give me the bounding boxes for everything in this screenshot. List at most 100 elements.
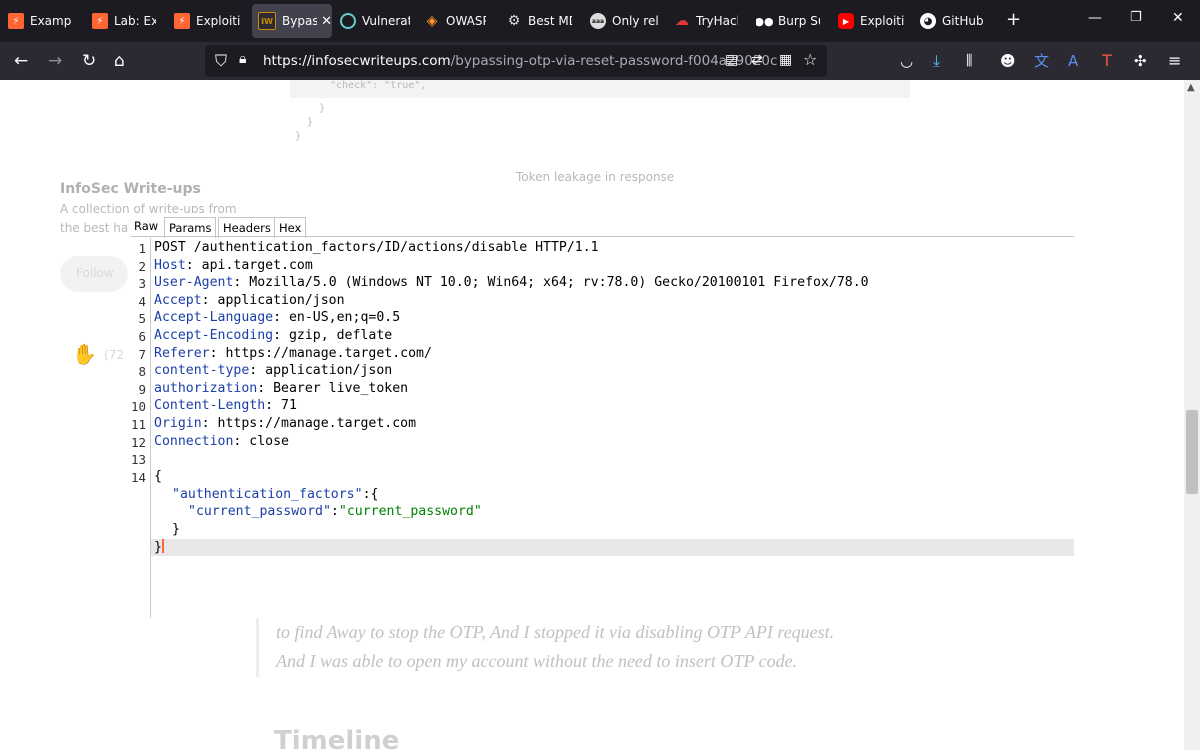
home-icon[interactable]: ⌂ bbox=[114, 50, 125, 72]
gear-logo-icon: ⚙ bbox=[507, 13, 521, 29]
clap-count: (72 bbox=[104, 348, 124, 362]
youtube-logo-icon: ▶ bbox=[838, 13, 854, 29]
tab-exploiting[interactable]: ⚡Exploitin bbox=[174, 4, 240, 38]
line-number: 2 bbox=[138, 258, 146, 274]
line-number: 14 bbox=[130, 469, 146, 485]
page-content: "check": "true", } }} Token leakage in r… bbox=[0, 80, 1200, 750]
new-tab-button[interactable]: + bbox=[1006, 9, 1021, 30]
aaa-logo-icon: aaa bbox=[590, 13, 606, 29]
body-inner-close: } bbox=[172, 521, 180, 537]
shield-icon[interactable]: ⛉ bbox=[215, 51, 227, 71]
header-line: Accept-Language: en-US,en;q=0.5 bbox=[154, 310, 401, 326]
medium-logo-icon: ●● bbox=[756, 14, 774, 28]
minimize-icon[interactable]: — bbox=[1088, 10, 1102, 26]
header-line: content-type: application/json bbox=[154, 363, 393, 379]
tab-owasp[interactable]: ◈ OWASP bbox=[424, 4, 486, 38]
circle-logo-icon bbox=[340, 13, 356, 29]
diamond-logo-icon: ◈ bbox=[426, 13, 438, 29]
tab-only-rela[interactable]: aaaOnly rela bbox=[590, 4, 658, 38]
burp-tab-headers[interactable]: Headers bbox=[218, 217, 276, 238]
line-number: 4 bbox=[138, 293, 146, 309]
text-cursor bbox=[161, 539, 164, 554]
library-icon[interactable]: ⫼ bbox=[966, 50, 972, 72]
follow-button[interactable]: Follow bbox=[60, 256, 128, 292]
line-number: 5 bbox=[138, 311, 146, 327]
line-number: 8 bbox=[138, 364, 146, 380]
download-icon[interactable]: ⤓ bbox=[933, 50, 940, 72]
lock-icon[interactable]: 🔒︎ bbox=[239, 51, 246, 67]
tab-example[interactable]: ⚡Example bbox=[8, 4, 72, 38]
blockquote-bar bbox=[256, 615, 259, 677]
extension-translate-icon[interactable]: 文 bbox=[1034, 50, 1049, 72]
extension-t-icon[interactable]: T bbox=[1102, 50, 1112, 72]
menu-hamburger-icon[interactable]: ≡ bbox=[1168, 50, 1181, 72]
header-line: Accept-Encoding: gzip, deflate bbox=[154, 328, 393, 343]
current-line-highlight bbox=[151, 539, 1074, 556]
publication-desc-2: the best ha bbox=[60, 221, 129, 235]
restore-icon[interactable]: ❐ bbox=[1130, 10, 1142, 25]
burp-request-panel: Raw Params Headers Hex 1 2 3 4 5 6 7 8 9… bbox=[130, 213, 1074, 618]
header-line: Host: api.target.com bbox=[154, 257, 313, 273]
burp-tab-hex[interactable]: Hex bbox=[274, 217, 307, 238]
line-number: 1 bbox=[138, 241, 146, 256]
line-number: 13 bbox=[130, 452, 146, 468]
burp-tab-strip: Raw Params Headers Hex bbox=[130, 213, 1074, 238]
url-bar[interactable]: ⛉ 🔒︎ https://infosecwriteups.com/bypassi… bbox=[205, 45, 827, 77]
body-key-line: "authentication_factors":{ bbox=[172, 486, 379, 502]
reload-icon[interactable]: ↻ bbox=[82, 50, 96, 72]
scroll-up-icon[interactable]: ▲ bbox=[1187, 82, 1195, 93]
bookmark-star-icon[interactable]: ☆ bbox=[803, 50, 817, 69]
qr-code-icon[interactable]: ▦ bbox=[779, 52, 792, 68]
lightning-bolt-icon: ⚡ bbox=[92, 13, 108, 29]
browser-nav-bar: ← → ↻ ⌂ ⛉ 🔒︎ https://infosecwriteups.com… bbox=[0, 42, 1200, 80]
close-tab-icon[interactable]: ✕ bbox=[321, 14, 332, 29]
line-number: 9 bbox=[138, 381, 146, 397]
publication-name: InfoSec Write-ups bbox=[60, 181, 201, 197]
page-scrollbar[interactable]: ▲ bbox=[1184, 80, 1200, 750]
tab-vulnerat[interactable]: Vulnerat bbox=[340, 4, 410, 38]
line-number: 12 bbox=[130, 434, 146, 450]
browser-tab-bar: ⚡Example ⚡Lab: Expl ⚡Exploitin IWBypas✕ … bbox=[0, 0, 1200, 42]
translate-icon[interactable]: ⇄ bbox=[751, 52, 763, 68]
burp-tab-divider bbox=[130, 236, 1074, 237]
quote-line-1: to find Away to stop the OTP, And I stop… bbox=[276, 622, 835, 642]
header-line: User-Agent: Mozilla/5.0 (Windows NT 10.0… bbox=[154, 275, 869, 291]
extension-translate2-icon[interactable]: A bbox=[1068, 50, 1078, 72]
code-snippet-fragment: "check": "true", bbox=[330, 80, 427, 91]
reader-view-icon[interactable]: ▤ bbox=[725, 52, 738, 68]
image-caption: Token leakage in response bbox=[516, 170, 675, 184]
header-line: Connection: close bbox=[154, 433, 289, 449]
line-number-gutter: 1 2 3 4 5 6 7 8 9 10 11 12 13 14 bbox=[130, 238, 151, 618]
tab-best-md[interactable]: ⚙Best MD bbox=[506, 4, 572, 38]
code-snippet-braces: } }} bbox=[295, 103, 326, 142]
thm-logo-icon: ☁ bbox=[675, 13, 689, 29]
tab-lab-expl[interactable]: ⚡Lab: Expl bbox=[92, 4, 156, 38]
clap-icon[interactable]: ✋ bbox=[72, 342, 97, 366]
lightning-bolt-icon: ⚡ bbox=[8, 13, 24, 29]
forward-arrow-icon[interactable]: → bbox=[48, 50, 62, 72]
tab-bypassing-active[interactable]: IW Bypas ✕ bbox=[252, 4, 332, 38]
extension-local-icon[interactable]: ☻ bbox=[1000, 50, 1016, 72]
url-text[interactable]: https://infosecwriteups.com/bypassing-ot… bbox=[263, 53, 777, 69]
header-line: authorization: Bearer live_token bbox=[154, 380, 409, 396]
scrollbar-thumb[interactable] bbox=[1186, 410, 1198, 494]
pocket-icon[interactable]: ◡ bbox=[900, 50, 913, 72]
line-number: 11 bbox=[130, 417, 146, 432]
extensions-puzzle-icon[interactable]: ✣ bbox=[1134, 50, 1147, 72]
close-window-icon[interactable]: ✕ bbox=[1172, 10, 1184, 26]
tab-burp-suite[interactable]: ●●Burp Sui bbox=[756, 4, 820, 38]
burp-tab-params[interactable]: Params bbox=[164, 217, 217, 238]
tab-github[interactable]: ◕GitHub - bbox=[920, 4, 986, 38]
quote-line-2: And I was able to open my account withou… bbox=[276, 651, 798, 671]
burp-tab-raw[interactable]: Raw bbox=[130, 216, 162, 236]
body-pair-line: "current_password":"current_password" bbox=[188, 504, 482, 520]
section-heading: Timeline bbox=[274, 726, 400, 750]
body-open-brace: { bbox=[154, 469, 162, 484]
line-number: 6 bbox=[138, 329, 146, 344]
header-line: Referer: https://manage.target.com/ bbox=[154, 345, 432, 361]
header-line: Accept: application/json bbox=[154, 292, 345, 308]
tab-exploiting-yt[interactable]: ▶Exploitin bbox=[838, 4, 904, 38]
header-line: Content-Length: 71 bbox=[154, 398, 297, 414]
tab-tryhackme[interactable]: ☁TryHackM bbox=[674, 4, 738, 38]
back-arrow-icon[interactable]: ← bbox=[14, 50, 28, 72]
